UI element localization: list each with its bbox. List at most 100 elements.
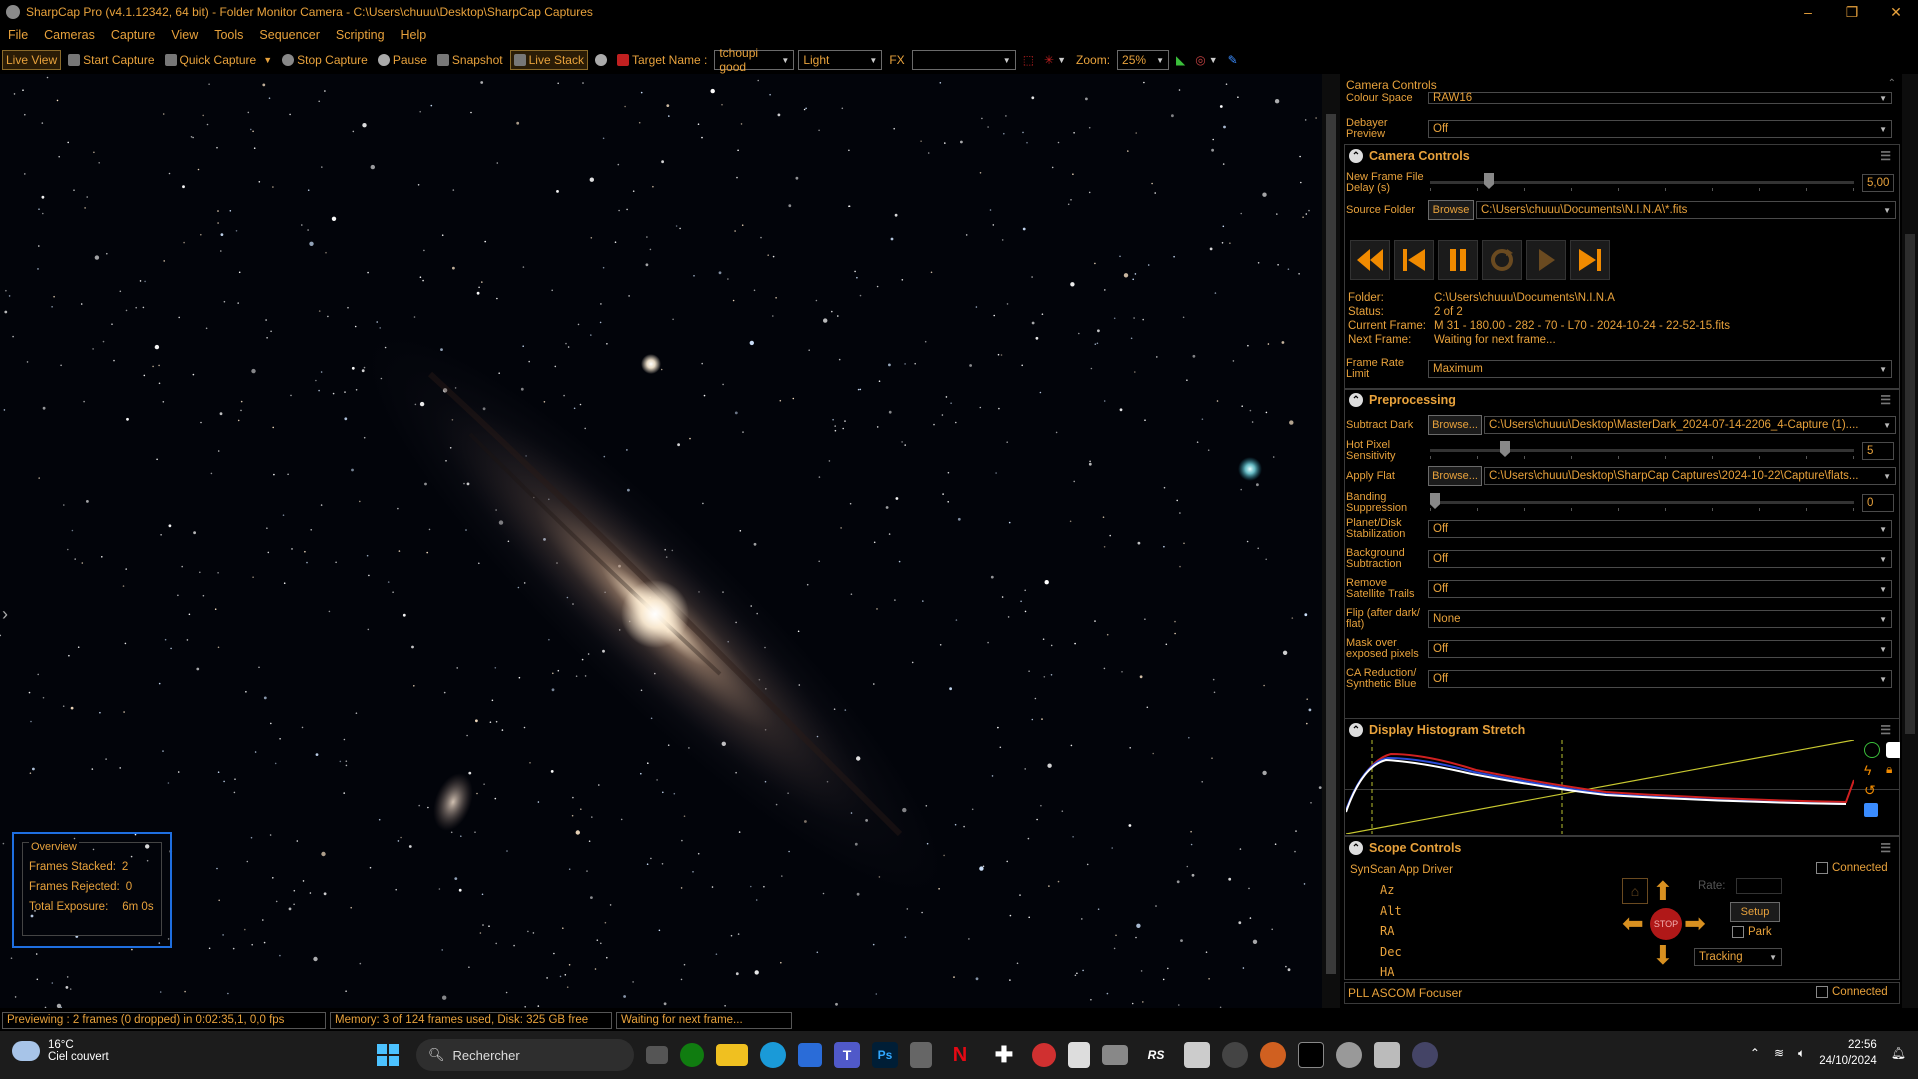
subtract-dark-combo[interactable]: C:\Users\chuuu\Desktop\MasterDark_2024-0… <box>1484 416 1896 434</box>
arrow-left-icon[interactable]: ⬅ <box>1622 910 1644 936</box>
source-folder-combo[interactable]: C:\Users\chuuu\Documents\N.I.N.A\*.fits ▼ <box>1476 201 1896 219</box>
debayer-combo[interactable]: Off ▼ <box>1428 120 1892 138</box>
volume-icon[interactable]: 🔈︎ <box>1798 1046 1805 1061</box>
photoshop-icon[interactable]: Ps <box>872 1042 898 1068</box>
minimize-button[interactable]: – <box>1786 0 1830 24</box>
menu-file[interactable]: File <box>0 28 36 42</box>
editor-app-icon[interactable] <box>1374 1042 1400 1068</box>
previous-frame-button[interactable] <box>1394 240 1434 280</box>
scope-connected[interactable]: Connected <box>1816 862 1888 874</box>
nina-app-icon[interactable] <box>1298 1042 1324 1068</box>
planet-app-icon[interactable] <box>1260 1042 1286 1068</box>
viewer-scrollbar[interactable] <box>1322 74 1340 1008</box>
stellarium-app-icon[interactable] <box>1222 1042 1248 1068</box>
ca-reduction-combo[interactable]: Off ▼ <box>1428 670 1892 688</box>
setup-button[interactable]: Setup <box>1730 902 1780 922</box>
netflix-icon[interactable]: N <box>944 1039 976 1071</box>
reset-icon[interactable]: ↺ <box>1864 782 1882 799</box>
xbox-icon[interactable] <box>680 1043 704 1067</box>
app-red-icon[interactable] <box>1032 1043 1056 1067</box>
planet-stabilization-combo[interactable]: Off ▼ <box>1428 520 1892 538</box>
close-button[interactable]: ✕ <box>1874 0 1918 24</box>
hot-pixel-input[interactable]: 5 <box>1862 442 1894 460</box>
quick-capture-button[interactable]: Quick Capture ▼ <box>162 50 276 70</box>
histogram-header[interactable]: ⌃ Display Histogram Stretch ☰ <box>1345 719 1899 741</box>
source-folder-browse-button[interactable]: Browse <box>1428 200 1474 220</box>
flip-combo[interactable]: None ▼ <box>1428 610 1892 628</box>
snapshot-button[interactable]: Snapshot <box>434 50 506 70</box>
scope-connected-checkbox[interactable] <box>1816 862 1828 874</box>
maximize-button[interactable]: ❐ <box>1830 0 1874 24</box>
banding-slider[interactable] <box>1430 493 1854 513</box>
asiair-app-icon[interactable] <box>1184 1042 1210 1068</box>
menu-sequencer[interactable]: Sequencer <box>251 28 327 42</box>
apply-flat-combo[interactable]: C:\Users\chuuu\Desktop\SharpCap Captures… <box>1484 467 1896 485</box>
chevron-down-icon[interactable]: ▼ <box>263 55 272 65</box>
sharpcap-app-icon[interactable] <box>1336 1042 1362 1068</box>
rate-combo[interactable] <box>1736 878 1782 894</box>
lock-icon[interactable]: 🔒︎ <box>1886 762 1900 778</box>
rewind-button[interactable] <box>1350 240 1390 280</box>
chevron-right-icon[interactable]: › <box>2 604 8 625</box>
phd2-app-icon[interactable] <box>1412 1042 1438 1068</box>
tools-button[interactable]: ✎ <box>1225 50 1241 70</box>
satellite-trails-combo[interactable]: Off ▼ <box>1428 580 1892 598</box>
menu-view[interactable]: View <box>163 28 206 42</box>
menu-capture[interactable]: Capture <box>103 28 163 42</box>
file-explorer-icon[interactable] <box>716 1044 748 1066</box>
skip-to-end-button[interactable] <box>1570 240 1610 280</box>
stop-capture-button[interactable]: Stop Capture <box>279 50 371 70</box>
crosshair-button[interactable]: ✳ ▼ <box>1041 50 1069 70</box>
subtract-dark-browse-button[interactable]: Browse... <box>1428 415 1482 435</box>
menu-icon[interactable]: ☰ <box>1880 393 1891 407</box>
stop-button[interactable]: STOP <box>1650 908 1682 940</box>
reticle-button[interactable]: ⬚ <box>1020 50 1037 70</box>
task-view-icon[interactable] <box>646 1046 668 1064</box>
tracking-combo[interactable]: Tracking ▼ <box>1694 948 1782 966</box>
rs-app-icon[interactable]: RS <box>1140 1039 1172 1071</box>
menu-cameras[interactable]: Cameras <box>36 28 103 42</box>
menu-icon[interactable]: ☰ <box>1880 723 1891 737</box>
arrow-down-icon[interactable]: ⬇ <box>1652 942 1674 968</box>
printer-app-icon[interactable] <box>1102 1045 1128 1065</box>
park-control[interactable]: Park <box>1732 926 1772 938</box>
histogram-graph[interactable] <box>1346 740 1854 834</box>
plus-app-icon[interactable]: ✚ <box>988 1039 1020 1071</box>
menu-tools[interactable]: Tools <box>206 28 251 42</box>
image-viewer[interactable]: › <box>0 74 1322 1008</box>
edge-browser-icon[interactable] <box>760 1042 786 1068</box>
pause-playback-button[interactable] <box>1438 240 1478 280</box>
slider-knob[interactable] <box>1484 173 1494 189</box>
live-view-button[interactable]: Live View <box>2 50 62 70</box>
taskbar-search[interactable]: 🔍︎ Rechercher <box>416 1039 634 1071</box>
play-button[interactable] <box>1526 240 1566 280</box>
pause-button[interactable]: Pause <box>375 50 430 70</box>
arrow-right-icon[interactable]: ➡ <box>1684 910 1706 936</box>
apply-flat-browse-button[interactable]: Browse... <box>1428 466 1482 486</box>
slider-knob[interactable] <box>1430 493 1440 509</box>
wifi-icon[interactable]: ≋ <box>1774 1046 1784 1060</box>
slider-knob[interactable] <box>1500 441 1510 457</box>
focuser-connected-checkbox[interactable] <box>1816 986 1828 998</box>
record-indicator[interactable] <box>592 50 610 70</box>
panel-scrollbar[interactable] <box>1902 74 1918 1008</box>
chevron-up-icon[interactable]: ⌃ <box>1888 78 1896 89</box>
banding-input[interactable]: 0 <box>1862 494 1894 512</box>
park-checkbox[interactable] <box>1732 926 1744 938</box>
menu-icon[interactable]: ☰ <box>1880 149 1891 163</box>
windows-start-icon[interactable] <box>372 1039 404 1071</box>
notification-bell-icon[interactable]: 🔔︎ <box>1891 1046 1906 1060</box>
auto-stretch-icon[interactable] <box>1864 742 1880 758</box>
camera-controls-header[interactable]: ⌃ Camera Controls ☰ <box>1345 145 1899 167</box>
hot-pixel-slider[interactable] <box>1430 441 1854 461</box>
zoom-combo[interactable]: 25% ▼ <box>1117 50 1170 70</box>
contrast-icon[interactable] <box>1886 742 1900 758</box>
save-icon[interactable] <box>1864 803 1878 817</box>
frame-rate-combo[interactable]: Maximum ▼ <box>1428 360 1892 378</box>
colour-space-combo[interactable]: RAW16 ▼ <box>1428 92 1892 104</box>
histogram-button[interactable]: ◣ <box>1173 50 1188 70</box>
new-frame-delay-input[interactable]: 5,00 <box>1862 174 1894 192</box>
clock[interactable]: 22:56 24/10/2024 <box>1819 1037 1877 1069</box>
arrow-up-icon[interactable]: ⬆ <box>1652 878 1674 904</box>
lightning-icon[interactable]: ϟ <box>1864 762 1882 778</box>
